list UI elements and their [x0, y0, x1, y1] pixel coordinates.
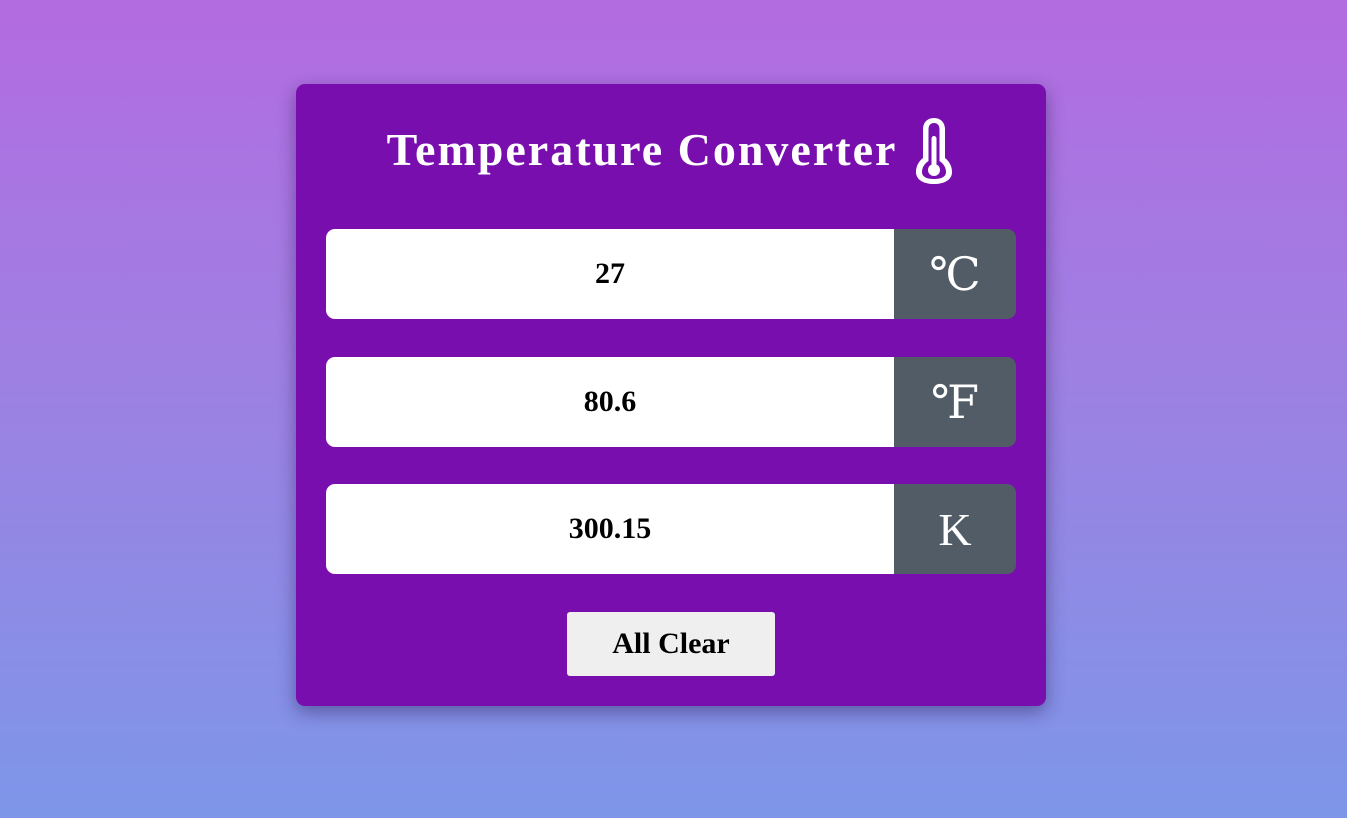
header: Temperature Converter	[296, 112, 1046, 188]
all-clear-button[interactable]: All Clear	[567, 612, 775, 676]
fahrenheit-field: ℉	[326, 357, 1016, 447]
celsius-unit-label: ℃	[894, 229, 1016, 319]
kelvin-field: K	[326, 484, 1016, 574]
thermometer-icon	[916, 118, 953, 184]
kelvin-unit-label: K	[894, 484, 1016, 574]
celsius-field: ℃	[326, 229, 1016, 319]
page-title: Temperature Converter	[386, 124, 898, 175]
fahrenheit-input[interactable]	[326, 357, 894, 447]
fahrenheit-unit-label: ℉	[894, 357, 1016, 447]
celsius-input[interactable]	[326, 229, 894, 319]
converter-card: Temperature Converter ℃ ℉ K All Clear	[296, 84, 1046, 706]
kelvin-input[interactable]	[326, 484, 894, 574]
